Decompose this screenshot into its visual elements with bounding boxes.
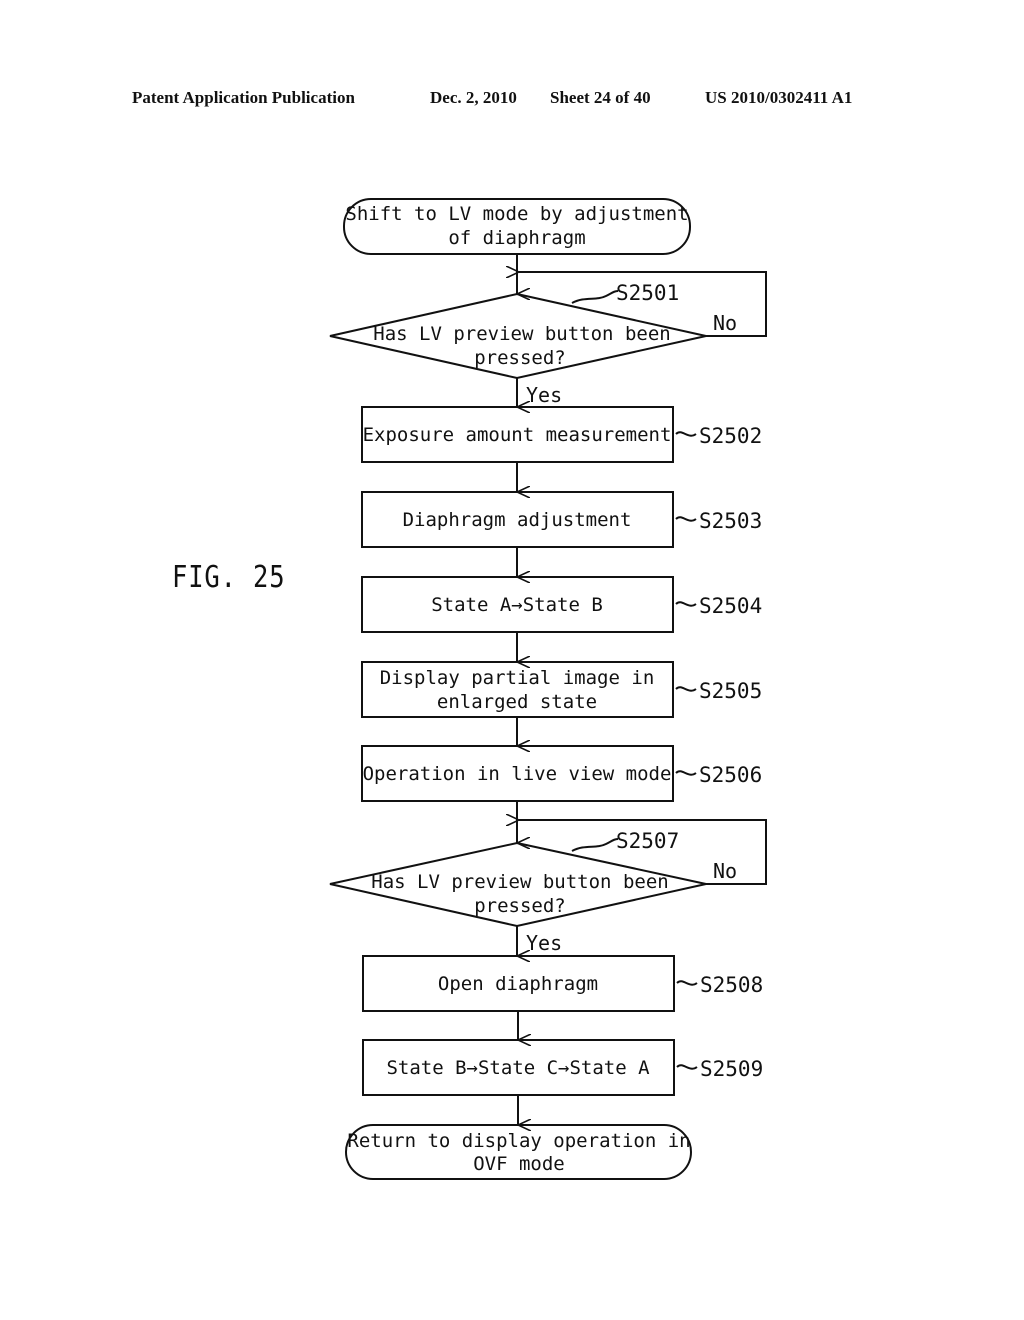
- decision1-no-label: No: [713, 311, 737, 335]
- s2509-text: State B→State C→State A: [386, 1057, 650, 1079]
- step-label-s2504: S2504: [699, 594, 762, 618]
- decision1-text-line2: pressed?: [474, 347, 566, 369]
- start-text-line2: of diaphragm: [448, 227, 585, 249]
- leader-s2505: [675, 686, 697, 692]
- s2508-text: Open diaphragm: [438, 973, 598, 995]
- step-label-s2506: S2506: [699, 763, 762, 787]
- leader-s2507: [571, 838, 619, 852]
- decision2-text-line1: Has LV preview button been: [371, 871, 668, 893]
- step-label-s2509: S2509: [700, 1057, 763, 1081]
- s2502-text: Exposure amount measurement: [363, 424, 672, 446]
- leader-s2502: [675, 431, 697, 437]
- decision2-yes-label: Yes: [526, 931, 562, 955]
- leader-s2509: [676, 1064, 698, 1070]
- leader-s2506: [675, 770, 697, 776]
- s2505-text-line1: Display partial image in: [380, 667, 655, 689]
- decision1-text-line1: Has LV preview button been: [373, 323, 670, 345]
- s2505-text-line2: enlarged state: [437, 691, 597, 713]
- s2503-text: Diaphragm adjustment: [403, 509, 632, 531]
- decision2-text-line2: pressed?: [474, 895, 566, 917]
- decision1-yes-label: Yes: [526, 383, 562, 407]
- step-label-s2505: S2505: [699, 679, 762, 703]
- step-label-s2503: S2503: [699, 509, 762, 533]
- s2506-text: Operation in live view mode: [363, 763, 672, 785]
- step-label-s2508: S2508: [700, 973, 763, 997]
- leader-s2508: [676, 980, 698, 986]
- leader-s2501: [571, 290, 619, 304]
- step-label-s2502: S2502: [699, 424, 762, 448]
- start-text-line1: Shift to LV mode by adjustment: [345, 203, 688, 225]
- leader-s2504: [675, 601, 697, 607]
- decision2-no-label: No: [713, 859, 737, 883]
- end-text-line2: OVF mode: [473, 1153, 565, 1175]
- s2504-text: State A→State B: [431, 594, 603, 616]
- leader-s2503: [675, 516, 697, 522]
- step-label-s2507: S2507: [616, 829, 679, 853]
- step-label-s2501: S2501: [616, 281, 679, 305]
- end-text-line1: Return to display operation in: [347, 1130, 690, 1152]
- flowchart: Shift to LV mode by adjustment of diaphr…: [329, 198, 767, 1180]
